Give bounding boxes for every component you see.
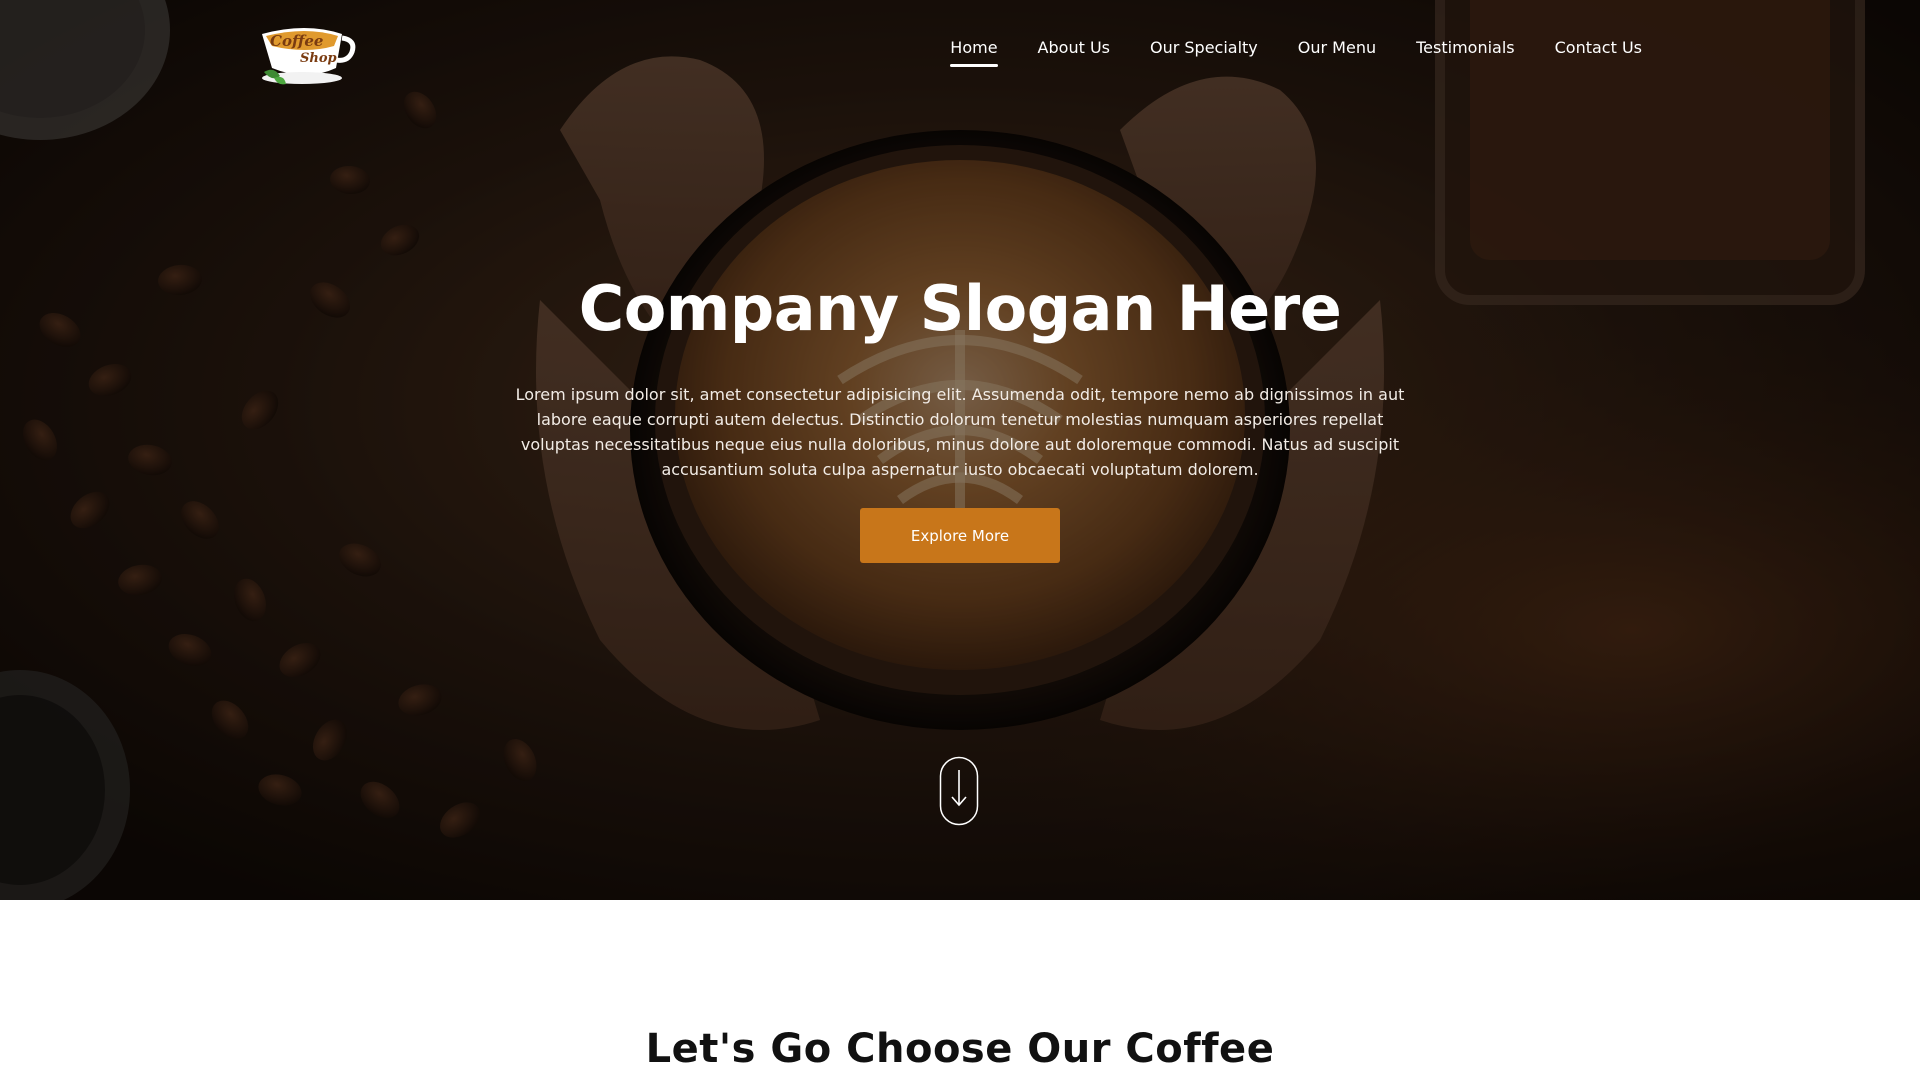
main-navigation: Home About Us Our Specialty Our Menu Tes… — [950, 38, 1642, 67]
nav-item-home[interactable]: Home — [950, 38, 998, 67]
hero-section: Coffee Shop Home About Us Our Specialty … — [0, 0, 1920, 900]
coffee-cup-logo-icon: Coffee Shop — [262, 28, 356, 85]
arrow-down-icon — [939, 756, 979, 826]
svg-text:Coffee: Coffee — [270, 32, 323, 50]
nav-item-about-us[interactable]: About Us — [1038, 38, 1110, 65]
hero-title: Company Slogan Here — [578, 272, 1342, 345]
scroll-down-button[interactable] — [939, 756, 979, 826]
page: Coffee Shop Home About Us Our Specialty … — [0, 0, 1920, 1080]
coffee-shop-logo[interactable]: Coffee Shop — [256, 12, 356, 88]
nav-item-testimonials[interactable]: Testimonials — [1416, 38, 1515, 65]
nav-item-our-specialty[interactable]: Our Specialty — [1150, 38, 1258, 65]
nav-item-our-menu[interactable]: Our Menu — [1298, 38, 1376, 65]
section-title: Let's Go Choose Our Coffee — [645, 1026, 1275, 1072]
hero-description: Lorem ipsum dolor sit, amet consectetur … — [515, 385, 1405, 479]
svg-text:Shop: Shop — [300, 51, 337, 66]
explore-more-button[interactable]: Explore More — [860, 508, 1060, 563]
nav-item-contact-us[interactable]: Contact Us — [1555, 38, 1642, 65]
